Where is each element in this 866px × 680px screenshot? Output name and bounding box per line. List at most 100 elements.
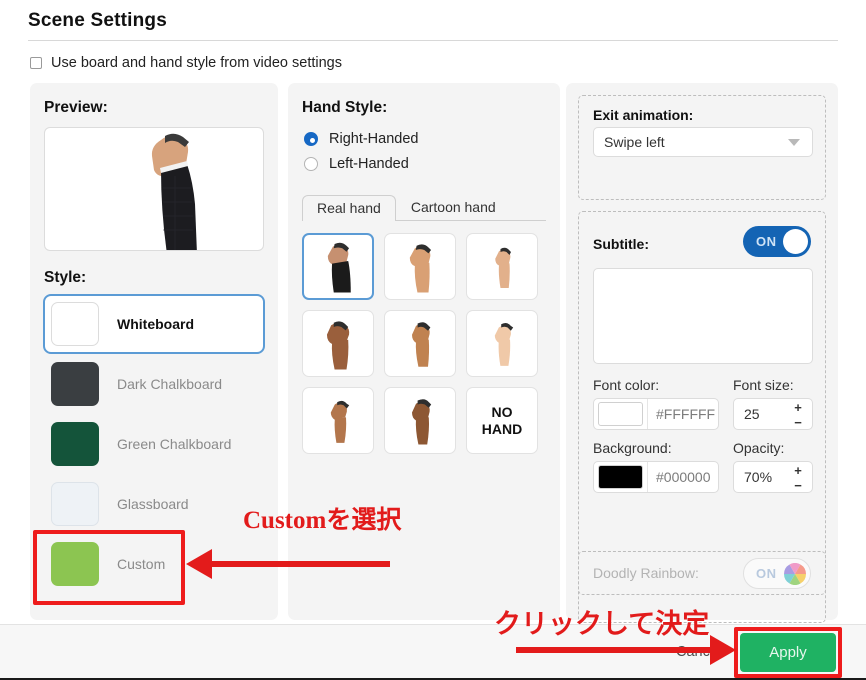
no-hand-label-line2: HAND <box>481 420 523 437</box>
footer-bar <box>0 624 866 678</box>
radio-indicator-left-handed[interactable] <box>304 157 318 171</box>
hand-icon <box>412 322 431 367</box>
video-settings-checkbox-label: Use board and hand style from video sett… <box>51 55 342 71</box>
video-settings-checkbox[interactable] <box>30 57 42 69</box>
tab-cartoon-hand[interactable]: Cartoon hand <box>396 194 511 220</box>
radio-indicator-right-handed[interactable] <box>304 132 318 146</box>
page-title: Scene Settings <box>28 10 168 31</box>
style-item-label: Whiteboard <box>117 316 194 332</box>
style-item-label: Green Chalkboard <box>117 436 232 452</box>
hand-thumbnail-bare-arm-2[interactable] <box>466 233 538 300</box>
subtitle-label: Subtitle: <box>593 236 649 252</box>
style-item-whiteboard[interactable]: Whiteboard <box>43 294 265 354</box>
doodly-rainbow-toggle-state: ON <box>756 566 777 581</box>
hand-style-label: Hand Style: <box>302 99 388 116</box>
style-swatch-whiteboard <box>51 302 99 346</box>
scene-options-panel: Exit animation: Swipe left Extra time at… <box>566 83 838 623</box>
annotation-arrow-apply <box>516 634 736 666</box>
font-size-stepper[interactable]: + − <box>788 401 808 429</box>
style-item-green-chalkboard[interactable]: Green Chalkboard <box>43 414 265 474</box>
title-divider <box>28 40 838 41</box>
exit-animation-label: Exit animation: <box>593 107 694 123</box>
preview-panel: Preview: Style: Whiteboard Dark Chalkboa… <box>30 83 278 620</box>
no-hand-label-line1: NO <box>491 403 513 420</box>
font-color-input[interactable]: #FFFFFF <box>593 398 719 430</box>
style-label: Style: <box>44 269 87 286</box>
opacity-label: Opacity: <box>733 440 785 456</box>
exit-animation-value: Swipe left <box>604 134 665 150</box>
preview-canvas <box>44 127 264 251</box>
style-item-glassboard[interactable]: Glassboard <box>43 474 265 534</box>
video-settings-checkbox-row[interactable]: Use board and hand style from video sett… <box>30 55 342 71</box>
hand-icon <box>412 399 432 445</box>
rainbow-wheel-icon <box>784 563 806 585</box>
doodly-rainbow-label: Doodly Rainbow: <box>593 565 699 581</box>
font-size-value: 25 <box>744 406 760 422</box>
opacity-decrement[interactable]: − <box>788 479 808 492</box>
hand-thumbnail-bare-arm-1[interactable] <box>384 233 456 300</box>
no-hand-label: NO HAND <box>482 404 522 438</box>
font-size-increment[interactable]: + <box>788 401 808 414</box>
font-color-swatch[interactable] <box>598 402 643 426</box>
hand-icon <box>327 242 351 292</box>
arrow-shaft <box>516 647 712 653</box>
font-size-input[interactable]: 25 + − <box>733 398 813 430</box>
style-item-label: Glassboard <box>117 496 189 512</box>
opacity-increment[interactable]: + <box>788 464 808 477</box>
hand-thumbnail-dark-sleeve[interactable] <box>302 233 374 300</box>
style-swatch-dark-chalkboard <box>51 362 99 406</box>
style-item-label: Dark Chalkboard <box>117 376 223 392</box>
background-color-swatch[interactable] <box>598 465 643 489</box>
radio-right-handed[interactable]: Right-Handed <box>304 131 418 147</box>
opacity-input[interactable]: 70% + − <box>733 461 813 493</box>
hand-style-tabs: Real hand Cartoon hand <box>302 193 546 221</box>
hand-thumbnail-bare-arm-6[interactable] <box>302 387 374 454</box>
hand-icon <box>409 243 432 292</box>
hand-thumbnail-bare-arm-5[interactable] <box>466 310 538 377</box>
doodly-rainbow-toggle[interactable]: ON <box>743 558 811 589</box>
hand-icon <box>495 247 511 288</box>
annotation-arrow-custom <box>186 548 390 580</box>
font-color-label: Font color: <box>593 377 660 393</box>
subtitle-toggle-state: ON <box>756 234 777 249</box>
radio-left-handed[interactable]: Left-Handed <box>304 156 409 172</box>
arrow-head <box>710 635 736 665</box>
style-swatch-green-chalkboard <box>51 422 99 466</box>
hand-icon <box>330 400 350 443</box>
hand-thumbnail-bare-arm-4[interactable] <box>384 310 456 377</box>
subtitle-toggle-knob <box>783 229 808 254</box>
style-swatch-glassboard <box>51 482 99 526</box>
chevron-down-icon <box>788 139 800 146</box>
style-item-dark-chalkboard[interactable]: Dark Chalkboard <box>43 354 265 414</box>
radio-label-left-handed: Left-Handed <box>329 156 409 172</box>
doodly-rainbow-fieldset: Doodly Rainbow: ON <box>578 551 826 595</box>
background-color-hex: #000000 <box>647 462 718 492</box>
preview-hand-image <box>151 133 197 250</box>
annotation-label-custom: Customを選択 <box>243 507 402 534</box>
hand-thumbnail-grid: NO HAND <box>302 233 538 454</box>
style-item-label: Custom <box>117 556 166 572</box>
apply-button[interactable]: Apply <box>740 633 836 672</box>
hand-thumbnail-bare-arm-7[interactable] <box>384 387 456 454</box>
style-swatch-custom <box>51 542 99 586</box>
background-color-input[interactable]: #000000 <box>593 461 719 493</box>
tab-real-hand[interactable]: Real hand <box>302 195 396 221</box>
subtitle-toggle[interactable]: ON <box>743 226 811 257</box>
exit-animation-fieldset: Exit animation: Swipe left <box>578 95 826 200</box>
arrow-head <box>186 549 212 579</box>
opacity-value: 70% <box>744 469 773 485</box>
hand-thumbnail-bare-arm-3[interactable] <box>302 310 374 377</box>
background-label: Background: <box>593 440 672 456</box>
subtitle-textarea[interactable] <box>593 268 813 364</box>
radio-label-right-handed: Right-Handed <box>329 131 419 147</box>
font-size-decrement[interactable]: − <box>788 416 808 429</box>
exit-animation-select[interactable]: Swipe left <box>593 127 813 157</box>
arrow-shaft <box>212 561 390 567</box>
hand-style-panel: Hand Style: Right-Handed Left-Handed Rea… <box>288 83 560 620</box>
hand-thumbnail-no-hand[interactable]: NO HAND <box>466 387 538 454</box>
font-color-hex: #FFFFFF <box>647 399 718 429</box>
hand-icon <box>494 323 514 366</box>
hand-icon <box>326 320 350 369</box>
font-size-label: Font size: <box>733 377 794 393</box>
opacity-stepper[interactable]: + − <box>788 464 808 492</box>
